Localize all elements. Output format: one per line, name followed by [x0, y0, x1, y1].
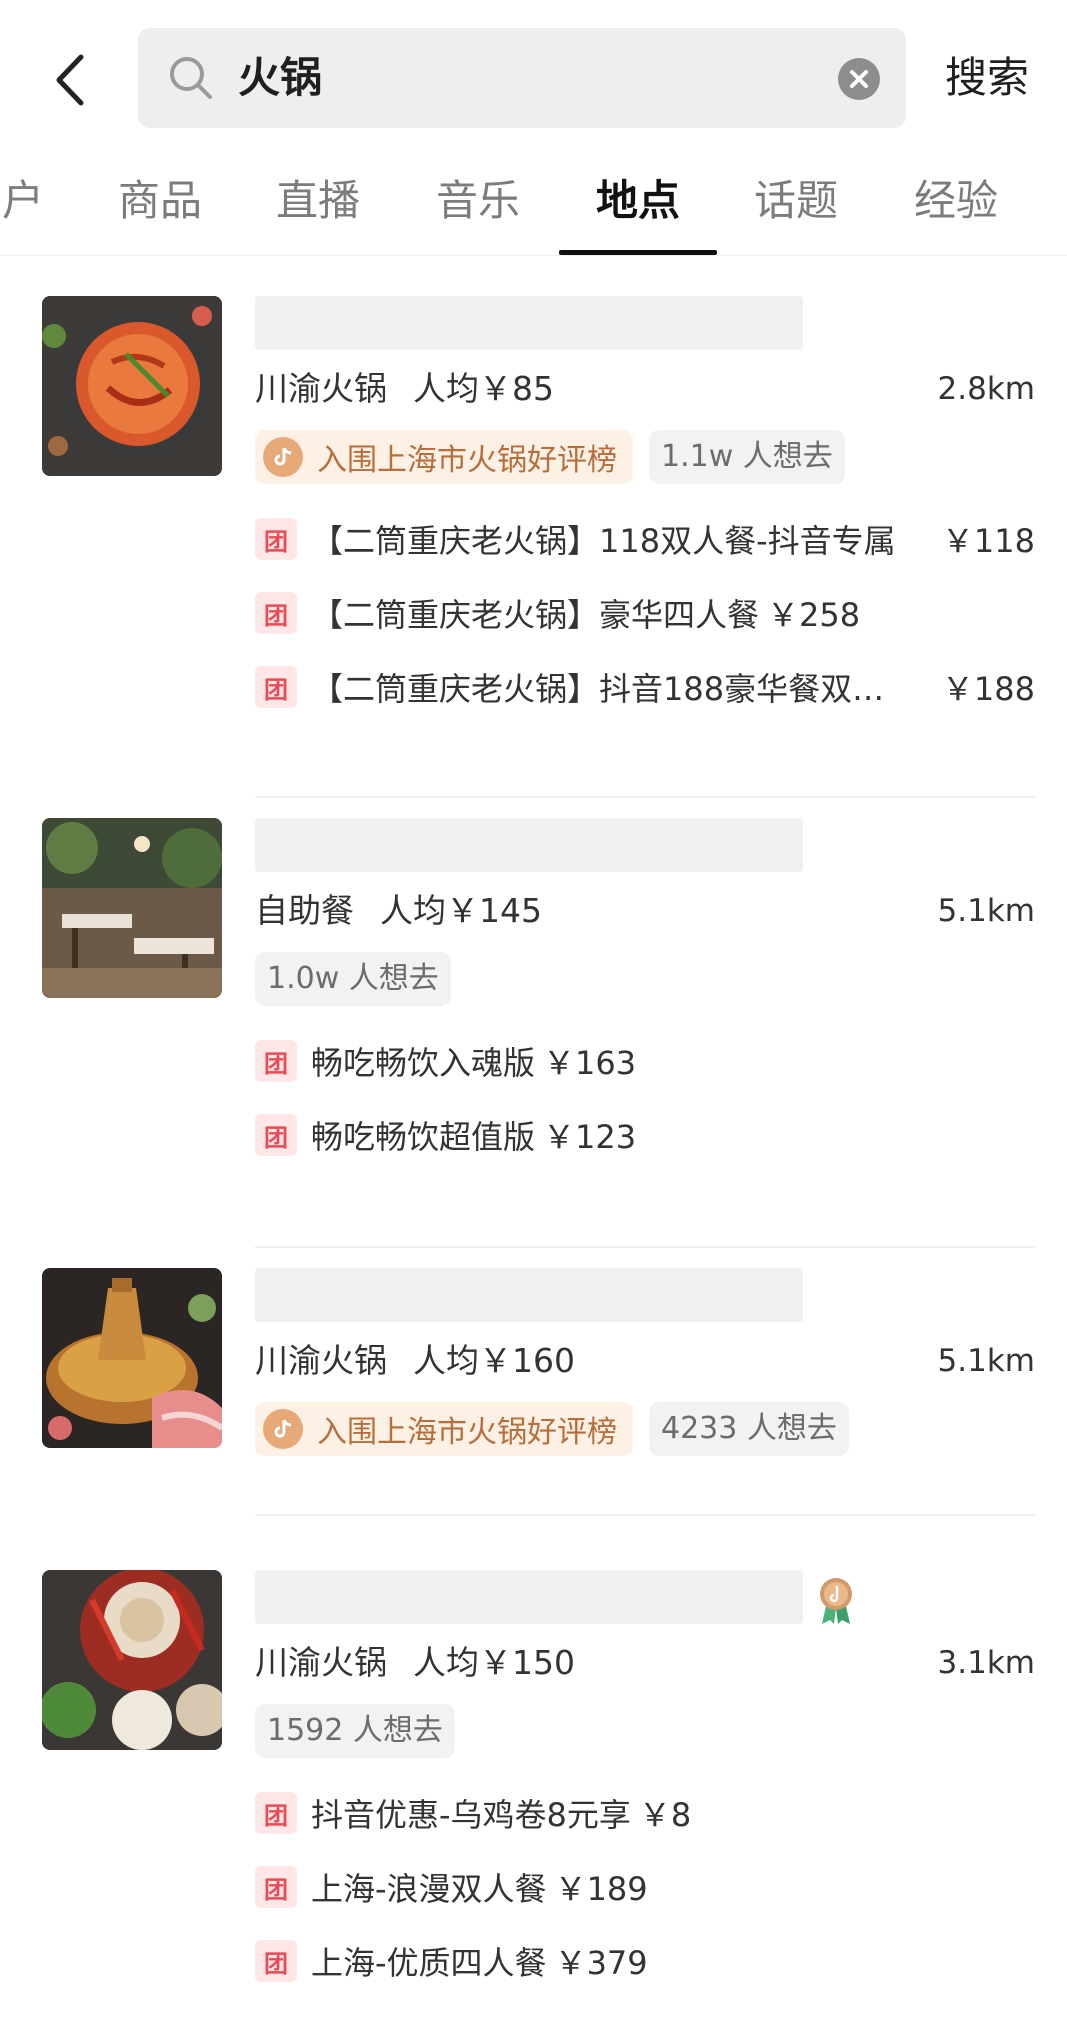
- place-distance: 5.1km: [937, 1343, 1035, 1379]
- place-avg-price: 人均￥150: [413, 1643, 575, 1682]
- deal-price: ￥123: [543, 1118, 637, 1156]
- group-buy-icon: 团: [255, 592, 297, 634]
- group-buy-icon: 团: [255, 1792, 297, 1834]
- place-thumbnail[interactable]: [42, 818, 222, 998]
- deal-price: ￥163: [543, 1044, 637, 1082]
- want-to-go-count: 1592 人想去: [255, 1704, 455, 1758]
- deal-title: 上海-浪漫双人餐: [311, 1870, 547, 1908]
- deal-title: 畅吃畅饮入魂版: [311, 1044, 536, 1082]
- want-to-go-count: 4233 人想去: [649, 1402, 849, 1456]
- back-arrow-icon: [56, 54, 84, 106]
- search-header: 火锅 搜索: [0, 0, 1067, 150]
- place-name-placeholder: [255, 1570, 803, 1624]
- place-name-placeholder: [255, 818, 803, 872]
- place-tags: 入围上海市火锅好评榜 1.1w 人想去: [255, 430, 845, 484]
- tab-topics[interactable]: 话题: [736, 150, 856, 256]
- search-icon: [170, 57, 212, 99]
- ranking-badge[interactable]: 入围上海市火锅好评榜: [255, 1402, 633, 1456]
- back-button[interactable]: [40, 50, 100, 110]
- place-avg-price: 人均￥160: [413, 1341, 575, 1380]
- hotpot-spread-image: [42, 1570, 222, 1750]
- place-meta: 川渝火锅 人均￥160: [255, 1334, 575, 1388]
- search-input[interactable]: 火锅: [138, 28, 906, 128]
- certified-medal-icon: [820, 1578, 852, 1624]
- deal-item[interactable]: 团 上海-优质四人餐 ￥379: [255, 1924, 1035, 1998]
- deal-title: 【二筒重庆老火锅】豪华四人餐: [311, 596, 760, 634]
- deal-price: ￥379: [554, 1944, 648, 1982]
- deal-item[interactable]: 团 【二筒重庆老火锅】抖音188豪华餐双… ￥188: [255, 650, 1035, 724]
- category-tabs: 户 商品 直播 音乐 地点 话题 经验: [0, 150, 1067, 256]
- card-divider: [255, 796, 1035, 798]
- ranking-badge[interactable]: 入围上海市火锅好评榜: [255, 430, 633, 484]
- tab-users[interactable]: 户: [0, 150, 58, 256]
- deal-item[interactable]: 团 【二筒重庆老火锅】118双人餐-抖音专属 ￥118: [255, 502, 1035, 576]
- place-name-placeholder: [255, 296, 803, 350]
- group-buy-icon: 团: [255, 1940, 297, 1982]
- deal-item[interactable]: 团 畅吃畅饮超值版 ￥123: [255, 1098, 1035, 1172]
- group-deals: 团 抖音优惠-乌鸡卷8元享 ￥8 团 上海-浪漫双人餐 ￥189 团 上海-优质…: [255, 1776, 1035, 1998]
- douyin-logo-icon: [263, 437, 303, 477]
- ranking-label: 入围上海市火锅好评榜: [317, 1415, 617, 1450]
- tab-places[interactable]: 地点: [578, 150, 698, 256]
- card-divider: [255, 1514, 1035, 1516]
- active-tab-indicator: [559, 250, 717, 255]
- deal-title: 上海-优质四人餐: [311, 1944, 547, 1982]
- place-distance: 3.1km: [937, 1645, 1035, 1681]
- restaurant-interior-image: [42, 818, 222, 998]
- deal-item[interactable]: 团 畅吃畅饮入魂版 ￥163: [255, 1024, 1035, 1098]
- deal-price: ￥258: [767, 596, 861, 634]
- place-name-placeholder: [255, 1268, 803, 1322]
- ranking-label: 入围上海市火锅好评榜: [317, 443, 617, 478]
- place-category: 川渝火锅: [255, 369, 387, 408]
- deal-title: 畅吃畅饮超值版: [311, 1118, 536, 1156]
- place-thumbnail[interactable]: [42, 1570, 222, 1750]
- deal-title: 【二筒重庆老火锅】抖音188豪华餐双…: [311, 670, 885, 708]
- group-deals: 团 【二筒重庆老火锅】118双人餐-抖音专属 ￥118 团 【二筒重庆老火锅】豪…: [255, 502, 1035, 724]
- place-tags: 1.0w 人想去: [255, 952, 451, 1006]
- deal-item[interactable]: 团 【二筒重庆老火锅】豪华四人餐 ￥258: [255, 576, 1035, 650]
- tab-live[interactable]: 直播: [258, 150, 378, 256]
- place-category: 自助餐: [255, 891, 354, 930]
- place-meta: 川渝火锅 人均￥85: [255, 362, 554, 416]
- place-avg-price: 人均￥85: [413, 369, 554, 408]
- place-thumbnail[interactable]: [42, 296, 222, 476]
- group-buy-icon: 团: [255, 1114, 297, 1156]
- deal-item[interactable]: 团 上海-浪漫双人餐 ￥189: [255, 1850, 1035, 1924]
- place-category: 川渝火锅: [255, 1643, 387, 1682]
- deal-price: ￥8: [638, 1796, 692, 1834]
- group-buy-icon: 团: [255, 518, 297, 560]
- place-tags: 入围上海市火锅好评榜 4233 人想去: [255, 1402, 849, 1456]
- deal-title: 【二筒重庆老火锅】118双人餐-抖音专属: [311, 522, 896, 560]
- want-to-go-count: 1.0w 人想去: [255, 952, 451, 1006]
- group-buy-icon: 团: [255, 1040, 297, 1082]
- place-distance: 5.1km: [937, 893, 1035, 929]
- place-meta: 川渝火锅 人均￥150: [255, 1636, 575, 1690]
- douyin-logo-icon: [263, 1409, 303, 1449]
- deal-price: ￥118: [941, 522, 1035, 560]
- deal-item[interactable]: 团 抖音优惠-乌鸡卷8元享 ￥8: [255, 1776, 1035, 1850]
- search-button[interactable]: 搜索: [945, 28, 1029, 128]
- place-thumbnail[interactable]: [42, 1268, 222, 1448]
- place-distance: 2.8km: [937, 371, 1035, 407]
- group-deals: 团 畅吃畅饮入魂版 ￥163 团 畅吃畅饮超值版 ￥123: [255, 1024, 1035, 1172]
- search-query: 火锅: [238, 53, 323, 102]
- place-category: 川渝火锅: [255, 1341, 387, 1380]
- place-avg-price: 人均￥145: [380, 891, 542, 930]
- group-buy-icon: 团: [255, 666, 297, 708]
- want-to-go-count: 1.1w 人想去: [649, 430, 845, 484]
- tab-experience[interactable]: 经验: [896, 150, 1016, 256]
- hotpot-photo-image: [42, 296, 222, 476]
- clear-icon[interactable]: [838, 58, 880, 100]
- tab-music[interactable]: 音乐: [418, 150, 538, 256]
- deal-title: 抖音优惠-乌鸡卷8元享: [311, 1796, 631, 1834]
- copper-hotpot-image: [42, 1268, 222, 1448]
- tab-products[interactable]: 商品: [100, 150, 220, 256]
- deal-price: ￥189: [554, 1870, 648, 1908]
- deal-price: ￥188: [941, 670, 1035, 708]
- place-meta: 自助餐 人均￥145: [255, 884, 542, 938]
- card-divider: [255, 1246, 1035, 1248]
- place-tags: 1592 人想去: [255, 1704, 455, 1758]
- group-buy-icon: 团: [255, 1866, 297, 1908]
